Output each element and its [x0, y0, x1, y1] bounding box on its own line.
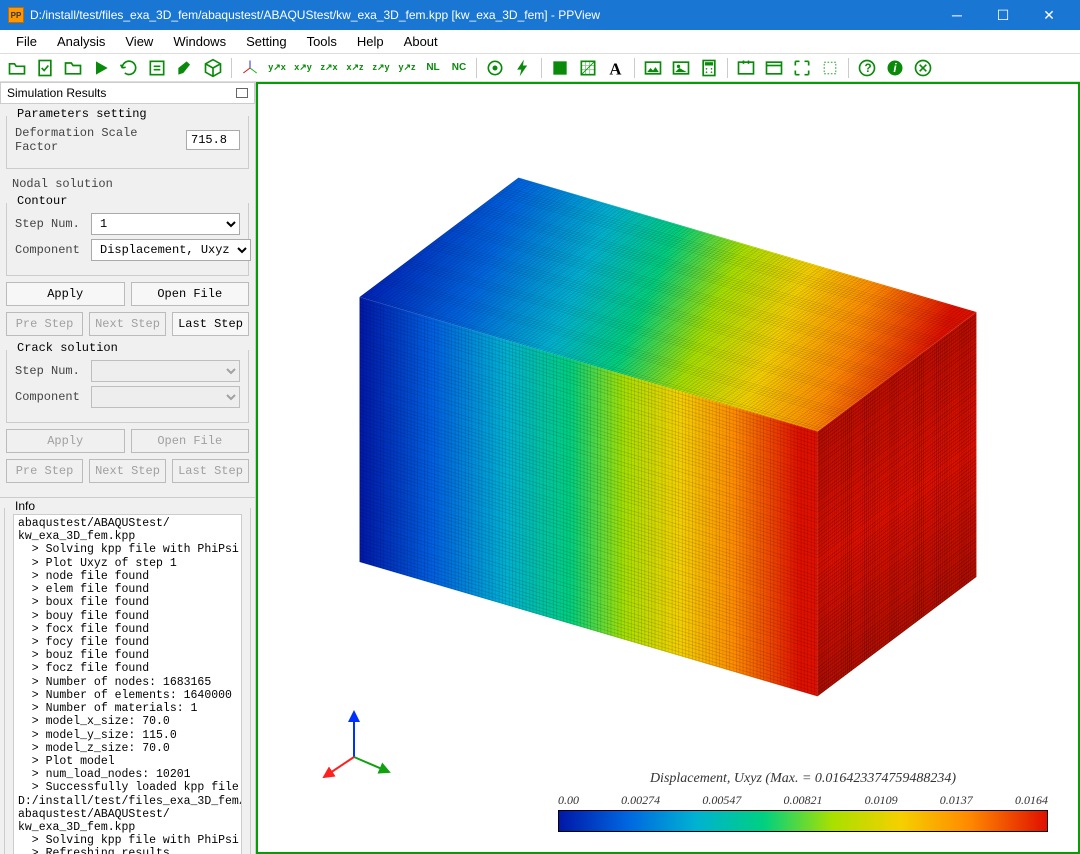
crack-openfile-button: Open File: [131, 429, 250, 453]
crack-group-label: Crack solution: [13, 341, 122, 355]
dock-icon[interactable]: [236, 88, 248, 98]
exit-icon[interactable]: [910, 56, 936, 80]
toolbar: y↗x x↗y z↗x x↗z z↗y y↗z NL NC A ? i: [0, 54, 1080, 82]
legend-colorbar: [558, 810, 1048, 832]
crack-comp-label: Component: [15, 390, 85, 404]
select-icon[interactable]: [817, 56, 843, 80]
contour-group: Contour Step Num. 1 Component Displaceme…: [6, 203, 249, 276]
crack-step-label: Step Num.: [15, 364, 85, 378]
image-icon[interactable]: [640, 56, 666, 80]
view-yx-icon[interactable]: y↗x: [265, 56, 289, 80]
info-icon[interactable]: i: [882, 56, 908, 80]
laststep-button[interactable]: Last Step: [172, 312, 249, 336]
apply-button[interactable]: Apply: [6, 282, 125, 306]
maximize-button[interactable]: ☐: [980, 0, 1026, 30]
axes-triad: [314, 702, 404, 792]
nextstep-button: Next Step: [89, 312, 166, 336]
legend-ticks: 0.000.002740.005470.008210.01090.01370.0…: [558, 793, 1048, 808]
target-icon[interactable]: [482, 56, 508, 80]
close-button[interactable]: ✕: [1026, 0, 1072, 30]
crack-comp-select: [91, 386, 240, 408]
svg-text:A: A: [609, 59, 621, 77]
simulation-results-panel-title: Simulation Results: [0, 82, 255, 104]
component-select[interactable]: Displacement, Uxyz: [91, 239, 251, 261]
hatch-icon[interactable]: [575, 56, 601, 80]
view-zy-icon[interactable]: z↗y: [369, 56, 393, 80]
open-icon[interactable]: [4, 56, 30, 80]
color-legend: Displacement, Uxyz (Max. = 0.01642337475…: [558, 771, 1048, 832]
parameters-group: Parameters setting Deformation Scale Fac…: [6, 116, 249, 169]
window-icon[interactable]: [761, 56, 787, 80]
cube-icon[interactable]: [200, 56, 226, 80]
help-icon[interactable]: ?: [854, 56, 880, 80]
file-check-icon[interactable]: [32, 56, 58, 80]
menu-analysis[interactable]: Analysis: [47, 31, 115, 52]
nl-toggle-icon[interactable]: NL: [421, 56, 445, 80]
window-title: D:/install/test/files_exa_3D_fem/abaqust…: [30, 8, 934, 22]
crack-step-select: [91, 360, 240, 382]
openfile-button[interactable]: Open File: [131, 282, 250, 306]
menu-windows[interactable]: Windows: [163, 31, 236, 52]
nc-toggle-icon[interactable]: NC: [447, 56, 471, 80]
crack-group: Crack solution Step Num. Component: [6, 350, 249, 423]
legend-title: Displacement, Uxyz (Max. = 0.01642337475…: [558, 771, 1048, 787]
menu-file[interactable]: File: [6, 31, 47, 52]
crack-laststep-button: Last Step: [172, 459, 249, 483]
axes-triad-icon[interactable]: [237, 56, 263, 80]
view-zx-icon[interactable]: z↗x: [317, 56, 341, 80]
crack-prestep-button: Pre Step: [6, 459, 83, 483]
info-group-label: Info: [11, 499, 39, 513]
crack-apply-button: Apply: [6, 429, 125, 453]
menu-about[interactable]: About: [394, 31, 448, 52]
folder-icon[interactable]: [60, 56, 86, 80]
view-xy-icon[interactable]: x↗y: [291, 56, 315, 80]
play-icon[interactable]: [88, 56, 114, 80]
text-icon[interactable]: A: [603, 56, 629, 80]
expand-icon[interactable]: [789, 56, 815, 80]
refresh-icon[interactable]: [116, 56, 142, 80]
lightning-icon[interactable]: [510, 56, 536, 80]
menu-view[interactable]: View: [115, 31, 163, 52]
def-scale-input[interactable]: [186, 130, 240, 150]
export-icon[interactable]: [144, 56, 170, 80]
svg-text:?: ?: [865, 62, 872, 75]
menu-setting[interactable]: Setting: [236, 31, 296, 52]
window-titlebar: PP D:/install/test/files_exa_3D_fem/abaq…: [0, 0, 1080, 30]
menu-help[interactable]: Help: [347, 31, 394, 52]
sidebar: Simulation Results Parameters setting De…: [0, 82, 256, 854]
calculator-icon[interactable]: [696, 56, 722, 80]
contour-group-label: Contour: [13, 194, 71, 208]
info-log[interactable]: abaqustest/ABAQUStest/kw_exa_3D_fem.kpp …: [13, 514, 242, 854]
crack-nextstep-button: Next Step: [89, 459, 166, 483]
image2-icon[interactable]: [668, 56, 694, 80]
menu-bar: File Analysis View Windows Setting Tools…: [0, 30, 1080, 54]
menu-tools[interactable]: Tools: [297, 31, 347, 52]
solid-fill-icon[interactable]: [547, 56, 573, 80]
app-icon: PP: [8, 7, 24, 23]
panel-title-label: Simulation Results: [7, 86, 106, 100]
nodal-solution-label: Nodal solution: [4, 171, 251, 193]
step-num-label: Step Num.: [15, 217, 85, 231]
step-num-select[interactable]: 1: [91, 213, 240, 235]
info-group: Info abaqustest/ABAQUStest/kw_exa_3D_fem…: [4, 508, 251, 854]
component-label: Component: [15, 243, 85, 257]
parameters-group-label: Parameters setting: [13, 107, 151, 121]
view-xz-icon[interactable]: x↗z: [343, 56, 367, 80]
minimize-button[interactable]: ─: [934, 0, 980, 30]
viewport-3d[interactable]: Displacement, Uxyz (Max. = 0.01642337475…: [256, 82, 1080, 854]
view-yz-icon[interactable]: y↗z: [395, 56, 419, 80]
brush-icon[interactable]: [172, 56, 198, 80]
screenshot-icon[interactable]: [733, 56, 759, 80]
prestep-button: Pre Step: [6, 312, 83, 336]
def-scale-label: Deformation Scale Factor: [15, 126, 180, 154]
fem-mesh-cuboid: [439, 238, 897, 637]
